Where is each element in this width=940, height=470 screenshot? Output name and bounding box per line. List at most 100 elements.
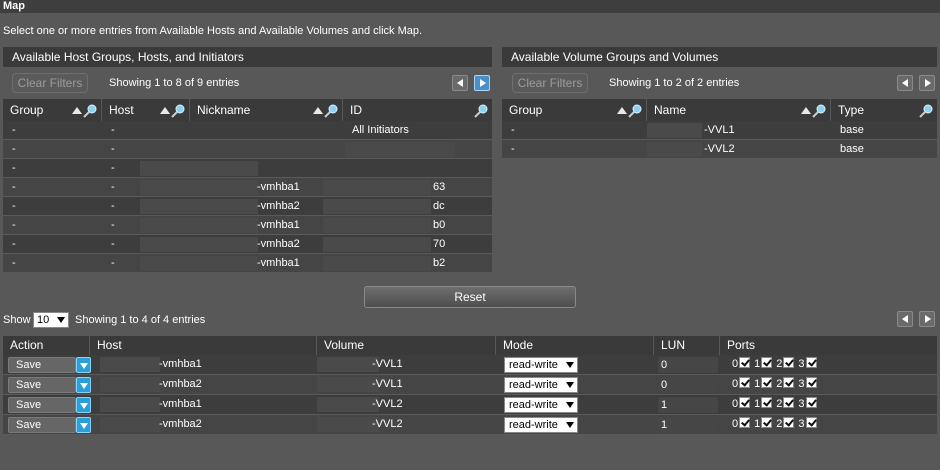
filter-pin-icon[interactable] [628,104,642,118]
filter-pin-icon[interactable] [83,104,97,118]
volumes-prev-page-button[interactable] [897,75,913,91]
mode-select[interactable]: read-write [504,377,578,393]
cell-id: 70 [433,238,446,250]
port-label: 0 [732,418,739,430]
cell-volume: -VVL2 [372,398,403,410]
port-checkbox[interactable] [805,357,817,368]
cell-group: - [12,238,16,250]
save-dropdown-button[interactable] [76,417,91,433]
save-button[interactable]: Save [8,357,76,373]
volumes-col-type[interactable]: Type [831,99,937,121]
filter-pin-icon[interactable] [474,104,488,118]
mapping-col-volume[interactable]: Volume [317,336,496,355]
cell-id: b2 [433,257,446,269]
sort-filter-icons[interactable] [617,99,642,121]
port-checkbox[interactable] [761,417,773,428]
port-checkbox[interactable] [739,417,751,428]
mode-select[interactable]: read-write [504,357,578,373]
lun-input[interactable]: 0 [658,357,718,373]
lun-input[interactable]: 1 [658,417,718,433]
mode-value: read-write [509,359,558,371]
mapping-col-host[interactable]: Host [90,336,317,355]
save-dropdown-button[interactable] [76,357,91,373]
port-checkbox[interactable] [761,377,773,388]
sort-filter-icons[interactable] [474,99,488,121]
sort-up-icon [617,107,627,115]
table-row[interactable]: - -VVL2 base [502,140,937,159]
cell-name: -VVL1 [704,124,735,136]
mapping-col-lun[interactable]: LUN [654,336,720,355]
filter-pin-icon[interactable] [919,104,933,118]
mode-select[interactable]: read-write [504,417,578,433]
hosts-prev-page-button[interactable] [452,75,468,91]
hosts-table: Group Host Nickname ID - - All Initiator… [3,99,492,276]
port-label: 3 [798,398,805,410]
hosts-col-id[interactable]: ID [343,99,492,121]
lun-input[interactable]: 1 [658,397,718,413]
mapping-col-ports[interactable]: Ports [720,336,937,355]
volumes-col-group[interactable]: Group [502,99,647,121]
volumes-next-page-button[interactable] [919,75,935,91]
table-row[interactable]: - - -vmhba1 b2 [3,254,492,273]
sort-filter-icons[interactable] [919,99,933,121]
port-checkbox[interactable] [761,397,773,408]
table-row[interactable]: - - -vmhba1 b0 [3,216,492,235]
table-row[interactable]: - - All Initiators [3,121,492,140]
save-button[interactable]: Save [8,417,76,433]
hosts-col-nickname[interactable]: Nickname [190,99,343,121]
port-1: 1 [754,355,774,373]
mode-value: read-write [509,399,558,411]
cell-type: base [840,143,864,155]
mode-cell: read-write [496,415,654,435]
port-checkbox[interactable] [761,357,773,368]
port-checkbox[interactable] [739,397,751,408]
port-checkbox[interactable] [783,417,795,428]
table-row[interactable]: - - -vmhba2 70 [3,235,492,254]
save-button[interactable]: Save [8,397,76,413]
filter-pin-icon[interactable] [812,104,826,118]
mapping-col-mode[interactable]: Mode [496,336,654,355]
volumes-clear-filters-button[interactable]: Clear Filters [512,73,588,93]
hosts-clear-filters-button[interactable]: Clear Filters [12,73,88,93]
port-0: 0 [732,415,752,433]
mapping-next-page-button[interactable] [919,311,935,327]
port-checkbox[interactable] [739,377,751,388]
sort-filter-icons[interactable] [72,99,97,121]
table-row[interactable]: - - [3,140,492,159]
filter-pin-icon[interactable] [171,104,185,118]
sort-filter-icons[interactable] [313,99,338,121]
table-row[interactable]: - - -vmhba2 dc [3,197,492,216]
port-checkbox[interactable] [739,357,751,368]
table-row[interactable]: - - [3,159,492,178]
port-checkbox[interactable] [805,397,817,408]
port-checkbox[interactable] [783,397,795,408]
port-checkbox[interactable] [805,417,817,428]
port-1: 1 [754,395,774,413]
table-row[interactable]: - -VVL1 base [502,121,937,140]
sort-filter-icons[interactable] [160,99,185,121]
port-checkbox[interactable] [805,377,817,388]
volumes-showing-text: Showing 1 to 2 of 2 entries [609,77,740,89]
mode-cell: read-write [496,395,654,415]
hosts-next-page-button[interactable] [474,75,490,91]
save-dropdown-button[interactable] [76,377,91,393]
volumes-col-name[interactable]: Name [647,99,831,121]
save-dropdown-button[interactable] [76,397,91,413]
sort-up-icon [160,107,170,115]
mapping-col-action[interactable]: Action [3,336,90,355]
filter-pin-icon[interactable] [324,104,338,118]
port-checkbox[interactable] [783,377,795,388]
chevron-down-icon [566,402,574,408]
table-row[interactable]: - - -vmhba1 63 [3,178,492,197]
hosts-col-host[interactable]: Host [102,99,190,121]
reset-button[interactable]: Reset [364,286,576,308]
mode-select[interactable]: read-write [504,397,578,413]
port-checkbox[interactable] [783,357,795,368]
page-size-select[interactable]: 10 [33,312,69,328]
hosts-col-group[interactable]: Group [3,99,102,121]
save-button[interactable]: Save [8,377,76,393]
lun-input[interactable]: 0 [658,377,718,393]
instructions-text: Select one or more entries from Availabl… [3,25,423,37]
mapping-prev-page-button[interactable] [897,311,913,327]
sort-filter-icons[interactable] [801,99,826,121]
